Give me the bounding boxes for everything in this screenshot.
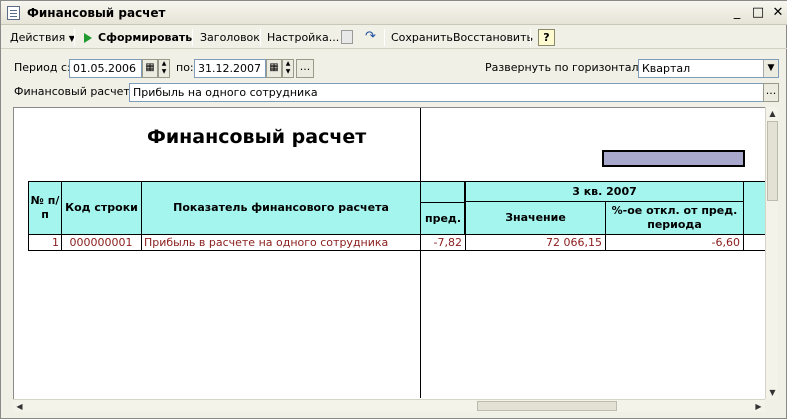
- refresh-arrow-icon[interactable]: ↷: [365, 30, 376, 44]
- toolbar-separator: [192, 29, 193, 46]
- cell-indicator: Прибыль в расчете на одного сотрудника: [144, 236, 389, 249]
- vertical-scroll-thumb[interactable]: [767, 121, 778, 201]
- window-title: Финансовый расчет: [27, 6, 166, 20]
- period-to-input[interactable]: 31.12.2007: [194, 59, 266, 78]
- header-quarter: 3 кв. 2007: [465, 181, 744, 202]
- copy-doc-icon[interactable]: [341, 30, 353, 44]
- header-prev-partial: пред.: [421, 202, 465, 235]
- report-window: Финансовый расчет _ □ ✕ Действия ▼ Сформ…: [0, 0, 787, 419]
- horizontal-scrollbar[interactable]: ◀ ▶: [13, 399, 765, 412]
- frozen-column-divider: [420, 108, 421, 398]
- cell-border: [141, 235, 142, 251]
- scroll-right-icon[interactable]: ▶: [752, 400, 765, 413]
- header-num-label: № п/п: [30, 194, 60, 221]
- header-value: Значение: [465, 202, 606, 235]
- header-prev-top: [421, 181, 465, 202]
- period-to-spinner[interactable]: ▲ ▼: [282, 59, 294, 78]
- close-button[interactable]: ✕: [770, 5, 786, 21]
- period-indicator-box: [602, 150, 745, 167]
- cell-border: [743, 235, 744, 251]
- toolbar: Действия ▼ Сформировать Заголовок Настро…: [1, 25, 787, 49]
- header-num: № п/п: [28, 181, 61, 235]
- settings-button[interactable]: Настройка...: [267, 29, 339, 46]
- financial-calc-input[interactable]: Прибыль на одного сотрудника: [129, 83, 764, 102]
- generate-button[interactable]: Сформировать: [98, 29, 192, 46]
- toolbar-separator: [74, 29, 75, 46]
- scroll-down-icon[interactable]: ▼: [766, 386, 779, 399]
- period-to-label: по:: [176, 61, 194, 74]
- calendar-icon[interactable]: ▦: [142, 59, 158, 78]
- restore-button[interactable]: □: [750, 5, 766, 21]
- header-button[interactable]: Заголовок: [200, 29, 260, 46]
- report-title: Финансовый расчет: [147, 126, 367, 148]
- restore-settings-button[interactable]: Восстановить: [453, 29, 533, 46]
- financial-calc-label: Финансовый расчет:: [14, 85, 134, 98]
- cell-code: 000000001: [69, 236, 133, 249]
- cell-num: 1: [52, 236, 59, 249]
- cell-prev-partial: -7,82: [433, 236, 462, 249]
- title-bar: Финансовый расчет _ □ ✕: [1, 1, 787, 25]
- header-deviation: %-ое откл. от пред. периода: [605, 202, 744, 235]
- expand-horizontal-label: Развернуть по горизонтали:: [485, 61, 650, 74]
- period-from-label: Период с:: [14, 61, 71, 74]
- calendar-icon[interactable]: ▦: [266, 59, 282, 78]
- vertical-scrollbar[interactable]: ▲ ▼: [765, 107, 778, 399]
- document-icon: [7, 6, 20, 20]
- scroll-corner: [765, 399, 778, 412]
- play-icon: [84, 33, 92, 43]
- header-code: Код строки: [61, 181, 141, 235]
- toolbar-separator: [530, 29, 531, 46]
- save-button[interactable]: Сохранить: [391, 29, 453, 46]
- row-border: [421, 250, 768, 251]
- header-value-label: Значение: [505, 211, 566, 224]
- toolbar-separator: [260, 29, 261, 46]
- chevron-down-icon[interactable]: ▼: [763, 60, 778, 77]
- scroll-up-icon[interactable]: ▲: [766, 107, 779, 120]
- expand-horizontal-value: Квартал: [642, 62, 691, 75]
- header-prev-partial-label: пред.: [425, 211, 461, 225]
- header-indicator: Показатель финансового расчета: [141, 181, 421, 235]
- cell-deviation: -6,60: [711, 236, 740, 249]
- header-deviation-label: %-ое откл. от пред. периода: [611, 204, 738, 231]
- expand-horizontal-select[interactable]: Квартал ▼: [638, 59, 779, 78]
- help-button[interactable]: ?: [538, 29, 555, 46]
- actions-label: Действия: [10, 31, 66, 44]
- report-spreadsheet: Финансовый расчет № п/п Код строки Показ…: [13, 107, 777, 412]
- header-code-label: Код строки: [65, 201, 138, 214]
- toolbar-separator: [384, 29, 385, 46]
- period-from-spinner[interactable]: ▲ ▼: [158, 59, 170, 78]
- actions-menu[interactable]: Действия ▼: [10, 29, 75, 46]
- period-from-input[interactable]: 01.05.2006: [69, 59, 142, 78]
- scroll-left-icon[interactable]: ◀: [13, 400, 26, 413]
- header-quarter-label: 3 кв. 2007: [572, 184, 637, 198]
- header-indicator-label: Показатель финансового расчета: [173, 201, 389, 214]
- cell-value: 72 066,15: [546, 236, 602, 249]
- minimize-button[interactable]: _: [729, 5, 745, 21]
- financial-calc-select-button[interactable]: ...: [763, 83, 779, 102]
- period-select-button[interactable]: ...: [296, 59, 314, 78]
- horizontal-scroll-thumb[interactable]: [477, 401, 617, 411]
